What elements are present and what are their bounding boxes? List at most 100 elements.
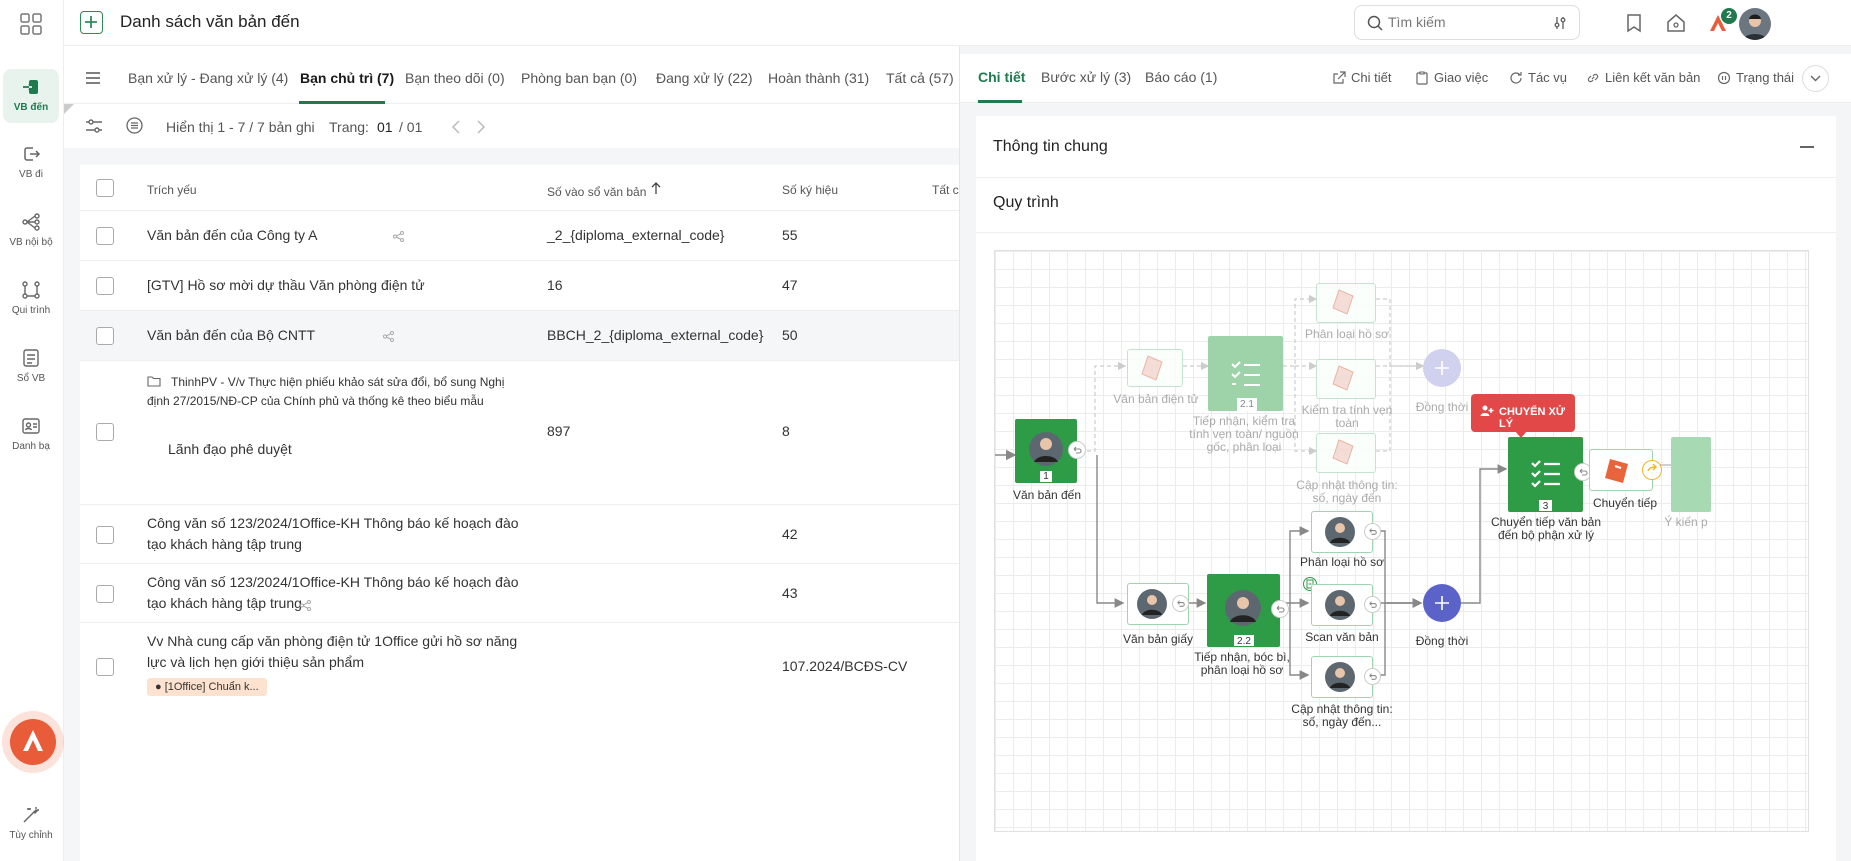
page-number-input[interactable]: 01 bbox=[377, 119, 393, 135]
apps-grid-icon[interactable] bbox=[20, 13, 42, 35]
row-summary[interactable]: Công văn số 123/2024/1Office-KH Thông bá… bbox=[147, 513, 527, 555]
node-update-info-top[interactable] bbox=[1316, 433, 1376, 473]
table-row[interactable]: Vv Nhà cung cấp văn phòng điện tử 1Offic… bbox=[80, 623, 959, 709]
tab-detail[interactable]: Chi tiết bbox=[978, 69, 1025, 85]
tab-processing[interactable]: Bạn xử lý - Đang xử lý (4) bbox=[128, 70, 288, 86]
undo-icon[interactable] bbox=[1068, 441, 1086, 459]
prev-page-icon[interactable] bbox=[451, 120, 461, 134]
search-box[interactable] bbox=[1354, 5, 1580, 40]
action-link-doc[interactable]: Liên kết văn bản bbox=[1586, 70, 1700, 85]
undo-icon[interactable] bbox=[1364, 668, 1381, 685]
table-row[interactable]: Công văn số 123/2024/1Office-KH Thông bá… bbox=[80, 505, 959, 564]
action-tasks[interactable]: Tác vụ bbox=[1509, 70, 1567, 85]
node-parallel-bottom[interactable] bbox=[1423, 584, 1461, 622]
node-parallel-top[interactable] bbox=[1423, 349, 1461, 387]
collapse-icon[interactable] bbox=[1800, 146, 1814, 148]
row-checkbox[interactable] bbox=[96, 585, 114, 603]
tab-in-progress[interactable]: Đang xử lý (22) bbox=[656, 70, 753, 86]
add-document-button[interactable] bbox=[80, 11, 103, 34]
table-row[interactable]: Văn bản đến của Bộ CNTT BBCH_2_{diploma_… bbox=[80, 311, 959, 361]
row-checkbox[interactable] bbox=[96, 526, 114, 544]
rail-item-book[interactable]: Sổ VB bbox=[3, 340, 59, 394]
outgoing-doc-icon bbox=[21, 144, 41, 164]
row-summary[interactable]: Văn bản đến của Bộ CNTT bbox=[147, 327, 315, 343]
rail-item-incoming[interactable]: VB đến bbox=[3, 69, 59, 123]
brand-logo-icon[interactable] bbox=[10, 719, 56, 765]
table-row[interactable]: Văn bản đến của Công ty A _2_{diploma_ex… bbox=[80, 211, 959, 261]
node-integrity-check[interactable] bbox=[1316, 359, 1376, 399]
row-summary[interactable]: ThinhPV - V/v Thực hiện phiếu khảo sát s… bbox=[147, 373, 517, 411]
filter-settings-icon[interactable] bbox=[85, 118, 103, 134]
workflow-connectors bbox=[995, 294, 1671, 680]
search-input[interactable] bbox=[1388, 14, 1538, 30]
rail-item-workflow[interactable]: Qui trình bbox=[3, 272, 59, 326]
row-tag[interactable]: ● [1Office] Chuẩn k... bbox=[147, 678, 267, 696]
column-summary[interactable]: Trích yếu bbox=[147, 183, 197, 197]
tab-steps[interactable]: Bước xử lý (3) bbox=[1041, 69, 1131, 85]
node-opinion[interactable] bbox=[1671, 437, 1711, 512]
tab-following[interactable]: Bạn theo dõi (0) bbox=[405, 70, 505, 86]
row-summary[interactable]: Vv Nhà cung cấp văn phòng điện tử 1Offic… bbox=[147, 631, 527, 673]
home-icon[interactable] bbox=[1665, 12, 1687, 34]
node-forward[interactable] bbox=[1589, 449, 1662, 491]
rail-item-customize[interactable]: Tùy chỉnh bbox=[3, 797, 59, 851]
tab-all[interactable]: Tất cả (57) bbox=[886, 70, 954, 86]
more-actions-button[interactable] bbox=[1802, 65, 1829, 92]
menu-icon[interactable] bbox=[85, 71, 101, 85]
label-classify-top: Phân loại hồ sơ bbox=[1305, 327, 1389, 341]
forward-arrow-icon[interactable] bbox=[1642, 460, 1662, 480]
node-update-info-bottom[interactable] bbox=[1311, 656, 1381, 698]
undo-icon[interactable] bbox=[1364, 523, 1381, 540]
node-receive-check[interactable]: 2.1 bbox=[1208, 336, 1283, 411]
user-avatar[interactable] bbox=[1739, 8, 1771, 40]
tab-department[interactable]: Phòng ban bạn (0) bbox=[521, 70, 637, 86]
rail-item-internal[interactable]: VB nội bộ bbox=[3, 204, 59, 258]
node-scan-document[interactable] bbox=[1311, 584, 1381, 626]
row-summary[interactable]: Công văn số 123/2024/1Office-KH Thông bá… bbox=[147, 572, 527, 614]
node-paper-document[interactable] bbox=[1127, 583, 1189, 625]
row-checkbox[interactable] bbox=[96, 227, 114, 245]
action-label: Trạng thái bbox=[1736, 70, 1795, 85]
action-assign[interactable]: Giao việc bbox=[1415, 70, 1488, 85]
node-classify-top[interactable] bbox=[1316, 283, 1376, 323]
bookmark-icon[interactable] bbox=[1623, 12, 1645, 34]
next-page-icon[interactable] bbox=[476, 120, 486, 134]
row-checkbox[interactable] bbox=[96, 423, 114, 441]
table-row[interactable]: Công văn số 123/2024/1Office-KH Thông bá… bbox=[80, 564, 959, 623]
row-checkbox[interactable] bbox=[96, 327, 114, 345]
divider bbox=[976, 177, 1836, 178]
tab-lead[interactable]: Bạn chủ trì (7) bbox=[300, 70, 394, 86]
rail-item-outgoing[interactable]: VB đi bbox=[3, 136, 59, 190]
step-number: 2.1 bbox=[1237, 398, 1257, 411]
column-symbol[interactable]: Số ký hiệu bbox=[782, 183, 838, 197]
row-summary[interactable]: Văn bản đến của Công ty A bbox=[147, 227, 317, 243]
action-status[interactable]: Trạng thái bbox=[1717, 70, 1794, 85]
tab-report[interactable]: Báo cáo (1) bbox=[1145, 69, 1217, 85]
node-receive-open[interactable]: 2.2 bbox=[1207, 574, 1289, 647]
column-book-number[interactable]: Số vào sổ văn bản bbox=[547, 185, 646, 199]
undo-icon[interactable] bbox=[1172, 595, 1189, 612]
rail-item-contacts[interactable]: Danh bạ bbox=[3, 408, 59, 462]
row-summary[interactable]: [GTV] Hồ sơ mời dự thầu Văn phòng điện t… bbox=[147, 277, 425, 293]
filter-sliders-icon[interactable] bbox=[1552, 15, 1568, 31]
tab-completed[interactable]: Hoàn thành (31) bbox=[768, 70, 869, 86]
node-classify-bottom[interactable] bbox=[1311, 511, 1381, 553]
table-row[interactable]: ThinhPV - V/v Thực hiện phiếu khảo sát s… bbox=[80, 361, 959, 505]
node-incoming-document[interactable]: 1 bbox=[1015, 419, 1086, 483]
table-row[interactable]: [GTV] Hồ sơ mời dự thầu Văn phòng điện t… bbox=[80, 261, 959, 311]
row-checkbox[interactable] bbox=[96, 277, 114, 295]
node-electronic-document[interactable] bbox=[1127, 349, 1183, 387]
undo-icon[interactable] bbox=[1364, 596, 1381, 613]
select-all-checkbox[interactable] bbox=[96, 179, 114, 197]
share-icon bbox=[393, 231, 404, 242]
action-detail[interactable]: Chi tiết bbox=[1332, 70, 1391, 85]
list-view-icon[interactable] bbox=[126, 117, 143, 134]
sort-ascending-icon[interactable] bbox=[651, 182, 661, 195]
row-checkbox[interactable] bbox=[96, 658, 114, 676]
transfer-process-chip[interactable]: CHUYỂN XỬ LÝ bbox=[1471, 394, 1575, 438]
node-forward-to-department[interactable]: 3 bbox=[1508, 437, 1592, 512]
section-general-info[interactable]: Thông tin chung bbox=[993, 138, 1108, 156]
workflow-canvas[interactable]: 1 Văn bản đến Văn bản điện tử 2.1 Tiếp n… bbox=[994, 250, 1809, 832]
section-process[interactable]: Quy trình bbox=[993, 194, 1059, 212]
undo-icon[interactable] bbox=[1271, 600, 1289, 618]
